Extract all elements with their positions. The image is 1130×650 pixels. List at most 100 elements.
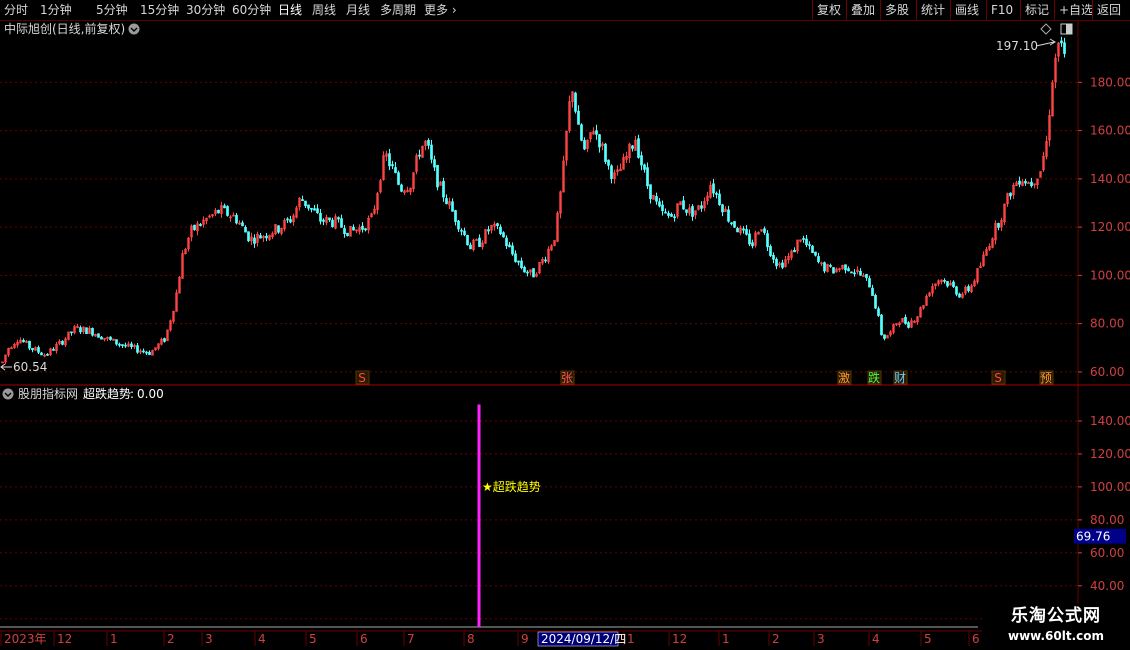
candle-body[interactable] bbox=[883, 334, 886, 339]
candle-body[interactable] bbox=[832, 267, 835, 274]
candle-body[interactable] bbox=[328, 217, 331, 221]
candle-body[interactable] bbox=[124, 344, 127, 347]
candle-body[interactable] bbox=[460, 229, 463, 232]
candle-body[interactable] bbox=[682, 200, 685, 210]
candle-body[interactable] bbox=[457, 220, 460, 230]
candle-body[interactable] bbox=[427, 139, 430, 146]
candle-body[interactable] bbox=[769, 246, 772, 256]
candle-body[interactable] bbox=[400, 184, 403, 192]
candle-body[interactable] bbox=[223, 205, 226, 209]
candle-body[interactable] bbox=[517, 260, 520, 263]
candles[interactable] bbox=[1, 36, 1066, 365]
candle-body[interactable] bbox=[241, 222, 244, 227]
candle-body[interactable] bbox=[853, 272, 856, 275]
candle-body[interactable] bbox=[604, 143, 607, 162]
candle-body[interactable] bbox=[658, 201, 661, 207]
candle-body[interactable] bbox=[505, 237, 508, 247]
candle-body[interactable] bbox=[1030, 181, 1033, 187]
candle-body[interactable] bbox=[745, 229, 748, 235]
candle-body[interactable] bbox=[667, 212, 670, 216]
candle-body[interactable] bbox=[793, 249, 796, 253]
candle-body[interactable] bbox=[226, 206, 229, 216]
candle-body[interactable] bbox=[487, 229, 490, 232]
candle-body[interactable] bbox=[433, 159, 436, 168]
candle-body[interactable] bbox=[664, 211, 667, 214]
candle-body[interactable] bbox=[1060, 40, 1063, 44]
candle-body[interactable] bbox=[307, 204, 310, 209]
candle-body[interactable] bbox=[877, 308, 880, 316]
candle-body[interactable] bbox=[520, 260, 523, 269]
candle-body[interactable] bbox=[1009, 192, 1012, 197]
candle-body[interactable] bbox=[595, 130, 598, 135]
candle-body[interactable] bbox=[508, 244, 511, 248]
candle-body[interactable] bbox=[109, 336, 112, 340]
candle-body[interactable] bbox=[607, 159, 610, 166]
candle-body[interactable] bbox=[952, 281, 955, 288]
candle-body[interactable] bbox=[580, 124, 583, 141]
candle-body[interactable] bbox=[28, 340, 31, 349]
event-marker[interactable]: 激 bbox=[838, 371, 850, 385]
candle-body[interactable] bbox=[142, 350, 145, 353]
candle-body[interactable] bbox=[781, 262, 784, 268]
candle-body[interactable] bbox=[430, 144, 433, 160]
candle-body[interactable] bbox=[253, 237, 256, 244]
candle-body[interactable] bbox=[340, 218, 343, 228]
candle-body[interactable] bbox=[772, 254, 775, 260]
candle-body[interactable] bbox=[907, 322, 910, 328]
candle-body[interactable] bbox=[277, 225, 280, 233]
candle-body[interactable] bbox=[388, 153, 391, 167]
candle-body[interactable] bbox=[763, 228, 766, 233]
candle-body[interactable] bbox=[670, 213, 673, 217]
candle-body[interactable] bbox=[397, 172, 400, 185]
candle-body[interactable] bbox=[265, 235, 268, 239]
candle-body[interactable] bbox=[823, 262, 826, 272]
candle-body[interactable] bbox=[868, 278, 871, 288]
candle-body[interactable] bbox=[313, 208, 316, 211]
candle-body[interactable] bbox=[583, 140, 586, 150]
candle-body[interactable] bbox=[52, 348, 55, 351]
candle-body[interactable] bbox=[859, 270, 862, 276]
candle-body[interactable] bbox=[631, 145, 634, 149]
candle-body[interactable] bbox=[451, 201, 454, 212]
candle-body[interactable] bbox=[322, 219, 325, 222]
candle-body[interactable] bbox=[727, 209, 730, 222]
candle-body[interactable] bbox=[247, 231, 250, 242]
candle-body[interactable] bbox=[742, 228, 745, 231]
candle-body[interactable] bbox=[496, 223, 499, 226]
event-marker[interactable]: 财 bbox=[894, 371, 906, 385]
candle-body[interactable] bbox=[364, 228, 367, 231]
candle-body[interactable] bbox=[958, 293, 961, 298]
candle-body[interactable] bbox=[289, 219, 292, 223]
candle-body[interactable] bbox=[22, 339, 25, 343]
candle-body[interactable] bbox=[946, 281, 949, 287]
candle-body[interactable] bbox=[871, 287, 874, 296]
candle-body[interactable] bbox=[319, 213, 322, 222]
candle-body[interactable] bbox=[199, 224, 202, 226]
candle-body[interactable] bbox=[544, 259, 547, 262]
candle-body[interactable] bbox=[802, 238, 805, 240]
candle-body[interactable] bbox=[31, 348, 34, 351]
candle-body[interactable] bbox=[136, 345, 139, 353]
candle-body[interactable] bbox=[748, 233, 751, 245]
candle-body[interactable] bbox=[640, 155, 643, 166]
candle-body[interactable] bbox=[145, 351, 148, 354]
candle-body[interactable] bbox=[577, 110, 580, 125]
candle-body[interactable] bbox=[40, 352, 43, 356]
candle-body[interactable] bbox=[526, 271, 529, 274]
candle-body[interactable] bbox=[865, 273, 868, 279]
candle-body[interactable] bbox=[847, 268, 850, 272]
candle-body[interactable] bbox=[37, 347, 40, 353]
candle-body[interactable] bbox=[844, 264, 847, 271]
candle-body[interactable] bbox=[643, 164, 646, 170]
candle-body[interactable] bbox=[337, 217, 340, 220]
candle-body[interactable] bbox=[673, 216, 676, 219]
candle-body[interactable] bbox=[733, 221, 736, 228]
candle-body[interactable] bbox=[646, 167, 649, 187]
candle-body[interactable] bbox=[331, 219, 334, 227]
candle-body[interactable] bbox=[346, 232, 349, 236]
candle-body[interactable] bbox=[259, 235, 262, 239]
candle-body[interactable] bbox=[736, 228, 739, 233]
candle-body[interactable] bbox=[811, 245, 814, 253]
event-marker[interactable]: 张 bbox=[561, 371, 573, 385]
candle-body[interactable] bbox=[691, 206, 694, 217]
